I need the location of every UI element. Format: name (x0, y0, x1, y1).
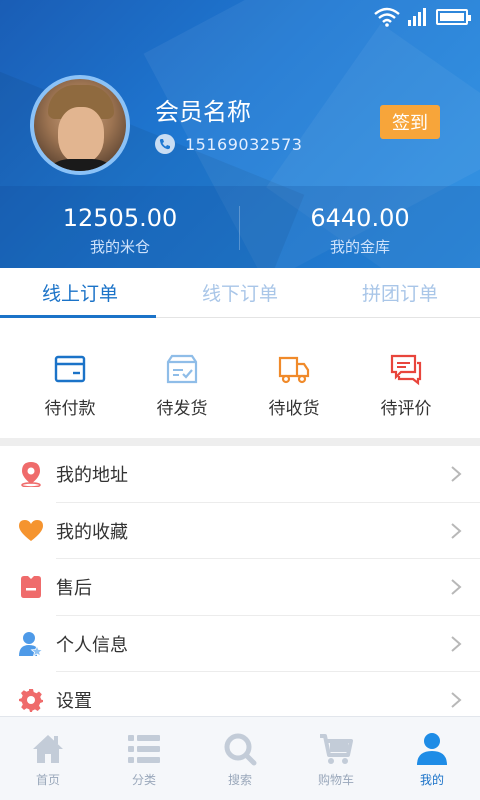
order-pending-payment[interactable]: 待付款 (14, 318, 126, 438)
status-bar (374, 6, 471, 28)
menu-label: 设置 (56, 691, 92, 713)
chevron-right-icon (451, 466, 462, 483)
nav-profile[interactable]: 我的 (384, 717, 480, 800)
profile-icon (417, 733, 447, 765)
home-icon (33, 735, 63, 763)
wallet-icon (54, 355, 86, 383)
nav-label: 分类 (131, 773, 156, 787)
menu-item-address[interactable]: 我的地址 (0, 446, 480, 503)
menu-label: 我的收藏 (56, 521, 128, 543)
tab-online-orders[interactable]: 线上订单 (0, 268, 160, 318)
menu-item-favorites[interactable]: 我的收藏 (0, 503, 480, 559)
order-status-row: 待付款 待发货 待收货 待评价 (0, 318, 480, 438)
bottom-nav: 首页 分类 搜索 购物车 我的 (0, 716, 480, 800)
menu-item-personal-info[interactable]: 个人信息 (0, 616, 480, 672)
menu-label: 售后 (56, 578, 92, 600)
stat-treasury[interactable]: 6440.00 我的金库 (240, 186, 480, 268)
stat-rice-storage[interactable]: 12505.00 我的米仓 (0, 186, 240, 268)
signal-icon (408, 8, 426, 26)
nav-label: 首页 (35, 773, 60, 787)
menu-label: 个人信息 (56, 634, 128, 656)
order-label: 待收货 (268, 399, 320, 419)
search-icon (224, 733, 257, 766)
gear-icon (18, 687, 44, 713)
user-info-icon (18, 631, 44, 657)
order-pending-shipment[interactable]: 待发货 (126, 318, 238, 438)
menu-item-aftersale[interactable]: 售后 (0, 559, 480, 616)
stat-value: 6440.00 (310, 204, 410, 232)
nav-home[interactable]: 首页 (0, 717, 96, 800)
tab-offline-orders[interactable]: 线下订单 (160, 268, 320, 317)
stats-bar: 12505.00 我的米仓 6440.00 我的金库 (0, 186, 480, 268)
menu-label: 我的地址 (56, 465, 128, 487)
truck-icon (278, 356, 310, 384)
section-divider (0, 438, 480, 446)
order-pending-review[interactable]: 待评价 (350, 318, 462, 438)
order-label: 待评价 (380, 399, 432, 419)
order-pending-receipt[interactable]: 待收货 (238, 318, 350, 438)
stat-label: 我的金库 (329, 238, 390, 256)
aftersale-icon (18, 574, 44, 600)
nav-cart[interactable]: 购物车 (288, 717, 384, 800)
location-icon (18, 461, 44, 488)
chevron-right-icon (451, 522, 462, 539)
comment-icon (390, 354, 422, 386)
nav-label: 我的 (419, 773, 444, 787)
member-name: 会员名称 (155, 98, 251, 126)
chevron-right-icon (451, 579, 462, 596)
wifi-icon (374, 7, 400, 27)
nav-category[interactable]: 分类 (96, 717, 192, 800)
stat-value: 12505.00 (62, 204, 178, 232)
stat-divider (239, 206, 240, 250)
tab-group-orders[interactable]: 拼团订单 (320, 268, 480, 317)
phone-icon (155, 134, 175, 154)
profile-header: 会员名称 15169032573 签到 12505.00 我的米仓 6440.0… (0, 0, 480, 268)
order-tabs: 线上订单 线下订单 拼团订单 (0, 268, 480, 318)
chevron-right-icon (451, 692, 462, 709)
phone-number: 15169032573 (185, 134, 303, 154)
avatar[interactable] (30, 75, 130, 175)
phone-row: 15169032573 (155, 134, 302, 154)
cart-icon (320, 734, 353, 764)
order-label: 待付款 (44, 399, 96, 419)
nav-search[interactable]: 搜索 (192, 717, 288, 800)
heart-icon (18, 518, 44, 544)
nav-label: 搜索 (227, 773, 252, 787)
nav-label: 购物车 (317, 773, 354, 787)
category-icon (128, 735, 160, 763)
battery-icon (436, 9, 471, 25)
menu-list: 我的地址 我的收藏 售后 个人信息 设置 (0, 446, 480, 729)
stat-label: 我的米仓 (89, 238, 150, 256)
order-label: 待发货 (156, 399, 208, 419)
package-icon (166, 354, 198, 384)
checkin-button[interactable]: 签到 (380, 105, 440, 139)
chevron-right-icon (451, 635, 462, 652)
